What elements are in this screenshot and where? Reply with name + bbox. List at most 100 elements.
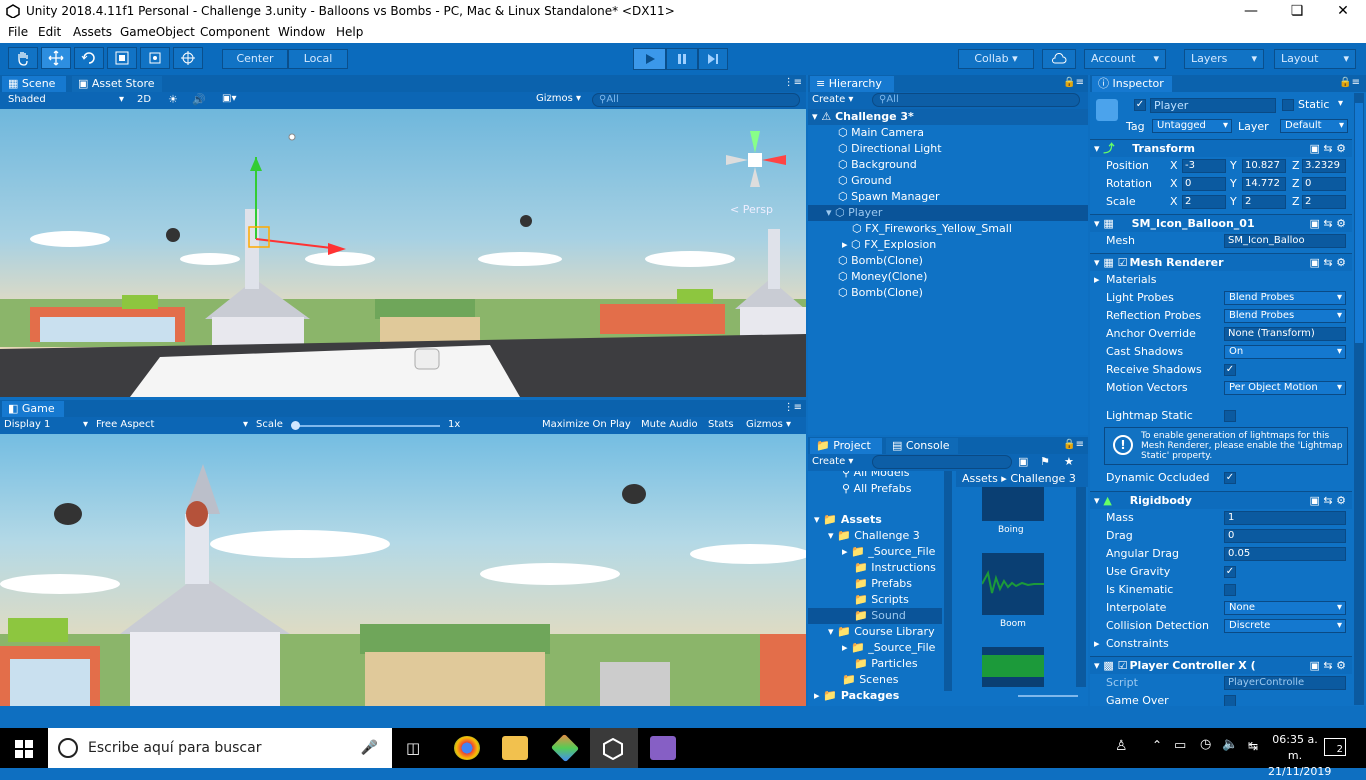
- visual-studio-icon[interactable]: [650, 736, 676, 760]
- folder-item[interactable]: ⚲ All Models: [808, 471, 942, 481]
- persp-label[interactable]: < Persp: [730, 203, 773, 216]
- menu-assets[interactable]: Assets: [73, 25, 112, 39]
- component-menu-icons[interactable]: ▣ ⇆ ⚙: [1310, 140, 1346, 158]
- task-view-icon[interactable]: ◫: [406, 739, 420, 757]
- hierarchy-item[interactable]: ▸ ⬡ FX_Explosion: [808, 237, 1088, 253]
- component-menu-icons[interactable]: ▣ ⇆ ⚙: [1310, 254, 1346, 272]
- light-probes-dropdown[interactable]: Blend Probes ▾: [1224, 291, 1346, 305]
- minimize-button[interactable]: —: [1228, 0, 1274, 23]
- maximize-on-play-toggle[interactable]: Maximize On Play: [542, 419, 631, 430]
- tray-chevron-icon[interactable]: ⌃: [1152, 738, 1162, 752]
- thumbnail-size-slider[interactable]: [1018, 695, 1078, 697]
- angular-drag-field[interactable]: 0.05: [1224, 547, 1346, 561]
- hierarchy-menu-icon[interactable]: 🔒≡: [1063, 77, 1084, 88]
- folder-item[interactable]: 📁 Particles: [808, 656, 942, 672]
- windows-start-icon[interactable]: [15, 740, 33, 758]
- play-button[interactable]: [633, 48, 666, 70]
- rotation-y-field[interactable]: 14.772: [1242, 177, 1286, 191]
- folder-tree-scrollbar[interactable]: [944, 471, 952, 691]
- script-field[interactable]: PlayerControlle: [1224, 676, 1346, 690]
- game-panel-menu-icon[interactable]: ⋮≡: [784, 402, 802, 413]
- chrome-icon[interactable]: [454, 736, 480, 760]
- transform-header[interactable]: ▾ ⤴ Transform ▣ ⇆ ⚙: [1090, 139, 1352, 157]
- static-checkbox[interactable]: [1282, 99, 1294, 111]
- object-name-input[interactable]: Player: [1150, 98, 1276, 113]
- tag-dropdown[interactable]: Untagged ▾: [1152, 119, 1232, 133]
- display-dropdown[interactable]: Display 1 ▾: [4, 419, 88, 430]
- reflection-probes-dropdown[interactable]: Blend Probes ▾: [1224, 309, 1346, 323]
- layout-dropdown[interactable]: Layout ▾: [1274, 49, 1356, 69]
- pivot-local-button[interactable]: Local: [288, 49, 348, 69]
- tab-inspector[interactable]: ⓘ Inspector: [1092, 76, 1172, 92]
- wifi-icon[interactable]: ◷: [1200, 737, 1211, 752]
- language-icon[interactable]: ↹: [1248, 739, 1258, 753]
- scale-y-field[interactable]: 2: [1242, 195, 1286, 209]
- collab-dropdown[interactable]: Collab ▾: [958, 49, 1034, 69]
- rect-tool-button[interactable]: [140, 47, 170, 69]
- account-dropdown[interactable]: Account ▾: [1084, 49, 1166, 69]
- folder-item[interactable]: 📁 Scripts: [808, 592, 942, 608]
- menu-component[interactable]: Component: [200, 25, 270, 39]
- static-dropdown-icon[interactable]: ▾: [1338, 98, 1343, 109]
- lightmap-static-checkbox[interactable]: [1224, 410, 1236, 422]
- folder-item[interactable]: ▾ 📁 Course Library: [808, 624, 942, 640]
- hierarchy-item[interactable]: ⬡ Directional Light: [808, 141, 1088, 157]
- folder-item[interactable]: ▸ 📁 _Source_File: [808, 544, 942, 560]
- rotation-x-field[interactable]: 0: [1182, 177, 1226, 191]
- hierarchy-item[interactable]: ⬡ Bomb(Clone): [808, 285, 1088, 301]
- rotate-tool-button[interactable]: [74, 47, 104, 69]
- folder-item[interactable]: ▸ 📁 Packages: [808, 688, 942, 704]
- asset-thumbnail[interactable]: [981, 553, 1044, 615]
- tab-scene[interactable]: ▦ Scene: [2, 76, 66, 92]
- filter-label-icon[interactable]: ⚑: [1040, 455, 1050, 468]
- step-button[interactable]: [698, 48, 728, 70]
- scale-slider[interactable]: [291, 421, 440, 430]
- hand-tool-button[interactable]: [8, 47, 38, 69]
- pivot-center-button[interactable]: Center: [222, 49, 288, 69]
- notifications-icon[interactable]: 2: [1324, 738, 1346, 756]
- unity-taskbar-button[interactable]: [590, 728, 638, 768]
- position-z-field[interactable]: 3.2329: [1302, 159, 1346, 173]
- hierarchy-item-selected[interactable]: ▾ ⬡ Player: [808, 205, 1088, 221]
- script-enabled-checkbox[interactable]: ☑: [1118, 659, 1128, 672]
- folder-item[interactable]: 📁 Instructions: [808, 560, 942, 576]
- restore-button[interactable]: ❏: [1274, 0, 1320, 23]
- mesh-field[interactable]: SM_Icon_Balloo: [1224, 234, 1346, 248]
- breadcrumb-challenge[interactable]: Challenge 3: [1010, 472, 1076, 485]
- tab-project[interactable]: 📁 Project: [810, 438, 882, 454]
- component-menu-icons[interactable]: ▣ ⇆ ⚙: [1310, 492, 1346, 510]
- game-over-checkbox[interactable]: [1224, 695, 1236, 706]
- mesh-renderer-header[interactable]: ▾ ▦ ☑ Mesh Renderer ▣ ⇆ ⚙: [1090, 253, 1352, 271]
- scale-x-field[interactable]: 2: [1182, 195, 1226, 209]
- scene-search-input[interactable]: ⚲All: [592, 93, 800, 107]
- mesh-filter-header[interactable]: ▾ ▦ SM_Icon_Balloon_01 ▣ ⇆ ⚙: [1090, 214, 1352, 232]
- mesh-renderer-enabled-checkbox[interactable]: ☑: [1118, 256, 1128, 269]
- asset-thumbnail[interactable]: [982, 487, 1044, 521]
- taskbar-clock[interactable]: 06:35 a. m. 21/11/2019: [1268, 732, 1331, 780]
- folder-item[interactable]: ▸ 📁 _Source_File: [808, 640, 942, 656]
- use-gravity-checkbox[interactable]: ✓: [1224, 566, 1236, 578]
- asset-grid-scrollbar[interactable]: [1076, 487, 1086, 687]
- effects-dropdown-icon[interactable]: ▣▾: [222, 93, 236, 104]
- layers-dropdown[interactable]: Layers ▾: [1184, 49, 1264, 69]
- active-checkbox[interactable]: ✓: [1134, 99, 1146, 111]
- project-search-input[interactable]: [872, 455, 1012, 469]
- hierarchy-item[interactable]: ⬡ Bomb(Clone): [808, 253, 1088, 269]
- favorite-star-icon[interactable]: ★: [1064, 455, 1074, 468]
- anchor-override-field[interactable]: None (Transform): [1224, 327, 1346, 341]
- scene-root-item[interactable]: ▾ ⚠ Challenge 3*: [808, 109, 1088, 125]
- pause-button[interactable]: [666, 48, 698, 70]
- taskbar-search-box[interactable]: Escribe aquí para buscar 🎤: [48, 728, 392, 768]
- receive-shadows-checkbox[interactable]: ✓: [1224, 364, 1236, 376]
- drag-field[interactable]: 0: [1224, 529, 1346, 543]
- folder-item[interactable]: ⚲ All Prefabs: [808, 481, 942, 497]
- shading-mode-dropdown[interactable]: Shaded ▾: [4, 93, 126, 107]
- player-controller-header[interactable]: ▾ ▩ ☑ Player Controller X (▣ ⇆ ⚙: [1090, 656, 1352, 674]
- game-gizmos-dropdown[interactable]: Gizmos ▾: [746, 419, 791, 430]
- volume-icon[interactable]: 🔈: [1222, 737, 1238, 752]
- position-x-field[interactable]: -3: [1182, 159, 1226, 173]
- git-client-icon[interactable]: [550, 733, 580, 763]
- people-icon[interactable]: ♙: [1115, 738, 1128, 754]
- folder-item[interactable]: ▾ 📁 Challenge 3: [808, 528, 942, 544]
- cast-shadows-dropdown[interactable]: On ▾: [1224, 345, 1346, 359]
